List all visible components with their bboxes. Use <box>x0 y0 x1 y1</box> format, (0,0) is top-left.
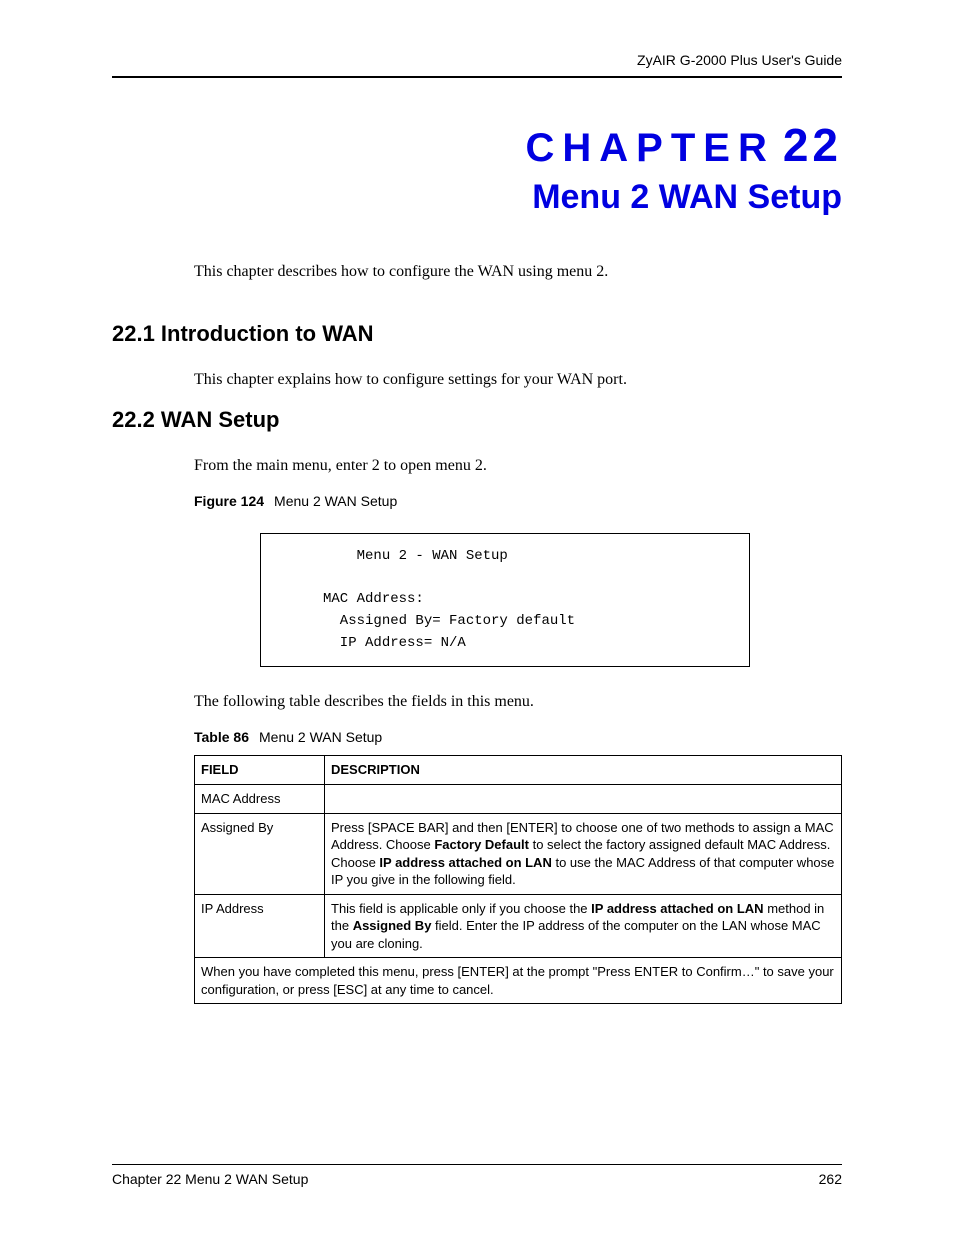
table-row: IP Address This field is applicable only… <box>195 894 842 958</box>
table-label: Table 86 <box>194 729 249 745</box>
section-22-1-body: This chapter explains how to configure s… <box>194 371 842 389</box>
terminal-line-5: IP Address= N/A <box>281 635 466 651</box>
desc-bold: Assigned By <box>353 918 432 933</box>
table-caption: Table 86 Menu 2 WAN Setup <box>194 729 842 745</box>
desc-bold: IP address attached on LAN <box>591 901 763 916</box>
table-cell-field: IP Address <box>195 894 325 958</box>
table-cell-field: MAC Address <box>195 784 325 813</box>
terminal-screenshot: Menu 2 - WAN Setup MAC Address: Assigned… <box>260 533 750 667</box>
table-header-description: DESCRIPTION <box>325 756 842 785</box>
table-row: MAC Address <box>195 784 842 813</box>
page-footer: Chapter 22 Menu 2 WAN Setup 262 <box>112 1164 842 1187</box>
section-heading-22-1: 22.1 Introduction to WAN <box>112 321 842 347</box>
table-header-row: FIELD DESCRIPTION <box>195 756 842 785</box>
table-cell-desc: This field is applicable only if you cho… <box>325 894 842 958</box>
section-heading-22-2: 22.2 WAN Setup <box>112 407 842 433</box>
desc-text: This field is applicable only if you cho… <box>331 901 591 916</box>
figure-label: Figure 124 <box>194 493 264 509</box>
chapter-label: CHAPTER22 <box>112 118 842 172</box>
table-cell-field: Assigned By <box>195 813 325 894</box>
chapter-title: Menu 2 WAN Setup <box>112 178 842 217</box>
after-figure-text: The following table describes the fields… <box>194 693 842 711</box>
field-description-table: FIELD DESCRIPTION MAC Address Assigned B… <box>194 755 842 1004</box>
desc-bold: Factory Default <box>434 837 529 852</box>
chapter-label-number: 22 <box>783 119 842 171</box>
table-row: Assigned By Press [SPACE BAR] and then [… <box>195 813 842 894</box>
running-header: ZyAIR G-2000 Plus User's Guide <box>112 52 842 78</box>
table-title: Menu 2 WAN Setup <box>259 729 382 745</box>
section-22-2-body: From the main menu, enter 2 to open menu… <box>194 457 842 475</box>
chapter-intro: This chapter describes how to configure … <box>194 263 842 281</box>
terminal-line-4: Assigned By= Factory default <box>281 613 575 629</box>
table-cell-desc: Press [SPACE BAR] and then [ENTER] to ch… <box>325 813 842 894</box>
table-header-field: FIELD <box>195 756 325 785</box>
footer-left: Chapter 22 Menu 2 WAN Setup <box>112 1171 308 1187</box>
table-footer-row: When you have completed this menu, press… <box>195 958 842 1004</box>
terminal-line-1: Menu 2 - WAN Setup <box>281 548 508 564</box>
chapter-label-word: CHAPTER <box>525 126 774 170</box>
desc-bold: IP address attached on LAN <box>379 855 551 870</box>
terminal-line-3: MAC Address: <box>281 591 424 607</box>
figure-caption: Figure 124 Menu 2 WAN Setup <box>194 493 842 509</box>
table-cell-desc <box>325 784 842 813</box>
figure-title: Menu 2 WAN Setup <box>274 493 397 509</box>
table-footer-cell: When you have completed this menu, press… <box>195 958 842 1004</box>
footer-page-number: 262 <box>819 1171 842 1187</box>
